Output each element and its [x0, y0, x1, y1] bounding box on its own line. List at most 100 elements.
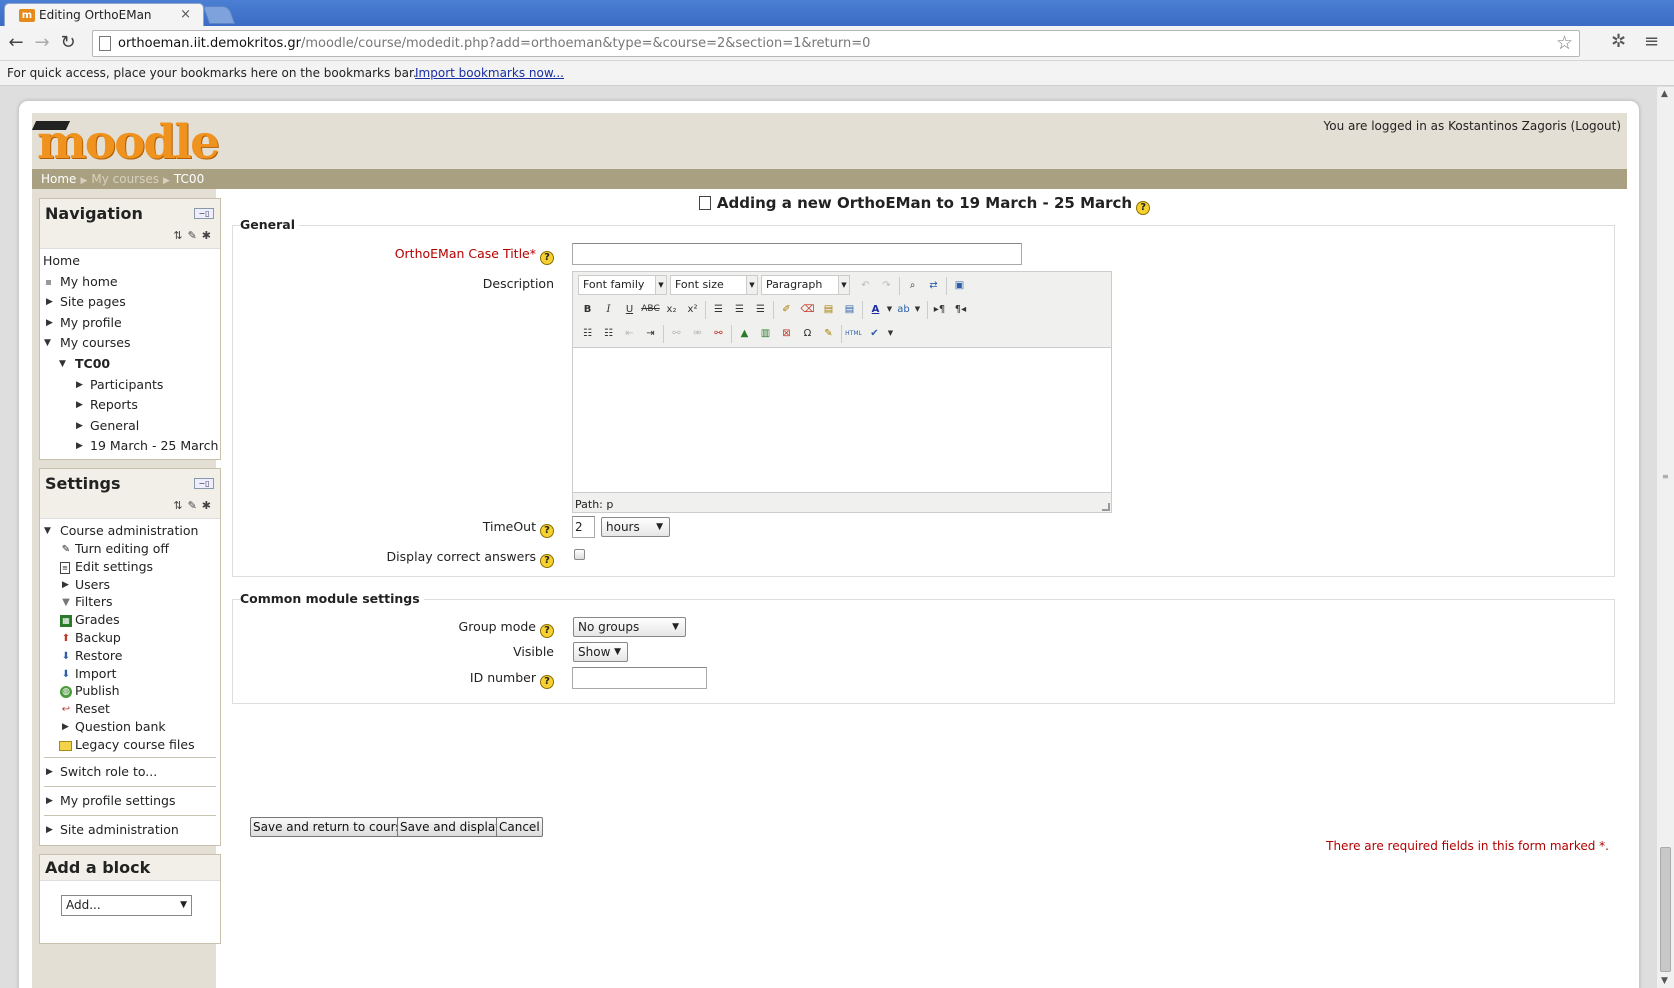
- move-icon[interactable]: ⇅: [173, 229, 187, 242]
- settings-publish[interactable]: ◍ Publish: [40, 682, 220, 700]
- settings-filters[interactable]: ▼ Filters: [40, 593, 220, 611]
- block-dock-icon[interactable]: −▯: [194, 478, 214, 489]
- undo-icon[interactable]: ↶: [856, 276, 875, 295]
- breadcrumb-home[interactable]: Home: [41, 172, 76, 186]
- help-icon[interactable]: ?: [540, 624, 554, 638]
- special-character-icon[interactable]: Ω: [798, 324, 817, 343]
- extension-icon[interactable]: ✲: [1611, 31, 1626, 52]
- nav-item-course[interactable]: ▼ TC00: [40, 354, 220, 375]
- settings-restore[interactable]: ⬇ Restore: [40, 647, 220, 665]
- indent-icon[interactable]: ⇥: [641, 324, 660, 343]
- align-center-icon[interactable]: ☰: [730, 300, 749, 319]
- assign-roles-icon[interactable]: ✱: [202, 499, 216, 512]
- group-mode-select[interactable]: No groups ▼: [573, 617, 686, 637]
- format-dropdown[interactable]: Paragraph ▼: [761, 275, 850, 295]
- move-icon[interactable]: ⇅: [173, 499, 187, 512]
- address-bar[interactable]: orthoeman.iit.demokritos.gr/moodle/cours…: [92, 30, 1580, 57]
- strikethrough-icon[interactable]: ABC: [641, 300, 660, 319]
- moodle-logo[interactable]: moodle: [37, 117, 220, 169]
- paste-text-icon[interactable]: ▤: [819, 300, 838, 319]
- case-title-input[interactable]: [572, 243, 1022, 265]
- resize-handle-icon[interactable]: [1102, 503, 1110, 511]
- breadcrumb-course[interactable]: TC00: [174, 172, 204, 186]
- italic-icon[interactable]: I: [599, 300, 618, 319]
- settings-turn-editing-off[interactable]: ✎ Turn editing off: [40, 540, 220, 558]
- settings-users[interactable]: ▶ Users: [40, 576, 220, 594]
- outdent-icon[interactable]: ⇤: [620, 324, 639, 343]
- font-size-dropdown[interactable]: Font size ▼: [670, 275, 758, 295]
- align-right-icon[interactable]: ☰: [751, 300, 770, 319]
- timeout-unit-select[interactable]: hours ▼: [601, 517, 670, 537]
- scroll-up-arrow-icon[interactable]: ▲: [1661, 89, 1668, 99]
- redo-icon[interactable]: ↷: [877, 276, 896, 295]
- rtl-icon[interactable]: ¶◂: [951, 300, 970, 319]
- assign-roles-icon[interactable]: ✱: [202, 229, 216, 242]
- help-icon[interactable]: ?: [540, 675, 554, 689]
- save-and-return-button[interactable]: Save and return to course: [250, 817, 413, 837]
- replace-icon[interactable]: ⇄: [924, 276, 943, 295]
- tab-close-icon[interactable]: ×: [180, 7, 191, 22]
- settings-switch-role[interactable]: ▶ Switch role to...: [40, 761, 220, 783]
- vertical-scrollbar[interactable]: ▲ ≡ ▼: [1656, 87, 1674, 988]
- paste-word-icon[interactable]: ▤: [840, 300, 859, 319]
- login-info[interactable]: You are logged in as Kostantinos Zagoris…: [1323, 119, 1621, 133]
- forward-arrow-icon[interactable]: →: [31, 32, 53, 54]
- help-icon[interactable]: ?: [540, 554, 554, 568]
- settings-import[interactable]: ⬇ Import: [40, 665, 220, 683]
- back-arrow-icon[interactable]: ←: [5, 32, 27, 54]
- align-left-icon[interactable]: ☰: [709, 300, 728, 319]
- scroll-down-arrow-icon[interactable]: ▼: [1661, 976, 1668, 986]
- editor-content-area[interactable]: [573, 347, 1111, 493]
- link-icon[interactable]: ⚯: [667, 324, 686, 343]
- display-answers-checkbox[interactable]: [574, 549, 585, 560]
- insert-media-icon[interactable]: ▥: [756, 324, 775, 343]
- superscript-icon[interactable]: x²: [683, 300, 702, 319]
- fullscreen-icon[interactable]: ▣: [950, 276, 969, 295]
- nav-item-general[interactable]: ▶ General: [40, 416, 220, 437]
- remove-format-icon[interactable]: ⌫: [798, 300, 817, 319]
- edit-icon[interactable]: ✎: [188, 229, 202, 242]
- dropdown-arrow-icon[interactable]: ▼: [908, 300, 927, 319]
- help-icon[interactable]: ?: [1136, 201, 1151, 215]
- subscript-icon[interactable]: x₂: [662, 300, 681, 319]
- block-dock-icon[interactable]: −▯: [194, 208, 214, 219]
- settings-reset[interactable]: ↩ Reset: [40, 700, 220, 718]
- cancel-button[interactable]: Cancel: [496, 817, 543, 837]
- nav-item-my-courses[interactable]: ▼ My courses: [40, 333, 220, 354]
- cleanup-icon[interactable]: ✐: [777, 300, 796, 319]
- help-icon[interactable]: ?: [540, 251, 554, 265]
- settings-edit-settings[interactable]: ≡ Edit settings: [40, 558, 220, 576]
- settings-question-bank[interactable]: ▶ Question bank: [40, 718, 220, 736]
- dropdown-arrow-icon[interactable]: ▼: [881, 324, 900, 343]
- settings-legacy-course-files[interactable]: Legacy course files: [40, 736, 220, 754]
- id-number-input[interactable]: [572, 667, 707, 689]
- save-and-display-button[interactable]: Save and display: [397, 817, 506, 837]
- visible-select[interactable]: Show ▼: [573, 642, 628, 662]
- html-source-icon[interactable]: HTML: [844, 324, 863, 343]
- nav-item-home[interactable]: Home: [40, 251, 220, 272]
- settings-backup[interactable]: ⬆ Backup: [40, 629, 220, 647]
- font-family-dropdown[interactable]: Font family ▼: [578, 275, 667, 295]
- find-icon[interactable]: ⌕: [903, 276, 922, 295]
- import-bookmarks-link[interactable]: Import bookmarks now...: [415, 66, 564, 80]
- nav-item-participants[interactable]: ▶ Participants: [40, 375, 220, 396]
- help-icon[interactable]: ?: [540, 524, 554, 538]
- bookmark-star-icon[interactable]: ☆: [1556, 32, 1573, 54]
- reload-icon[interactable]: ↻: [57, 32, 79, 54]
- bold-icon[interactable]: B: [578, 300, 597, 319]
- browser-tab[interactable]: m Editing OrthoEMan ×: [4, 3, 204, 26]
- scrollbar-thumb[interactable]: [1660, 847, 1671, 972]
- nav-item-week[interactable]: ▶ 19 March - 25 March: [40, 436, 220, 457]
- insert-moodle-media-icon[interactable]: ⊠: [777, 324, 796, 343]
- settings-site-administration[interactable]: ▶ Site administration: [40, 819, 220, 841]
- new-tab-button[interactable]: [202, 6, 236, 24]
- add-block-select[interactable]: Add... ▼: [61, 895, 192, 916]
- settings-grades[interactable]: ▦ Grades: [40, 611, 220, 629]
- bullet-list-icon[interactable]: ☷: [578, 324, 597, 343]
- wrench-menu-icon[interactable]: ≡: [1644, 31, 1659, 52]
- nolink-icon[interactable]: ⚯: [709, 324, 728, 343]
- nav-item-my-home[interactable]: My home: [40, 272, 220, 293]
- timeout-input[interactable]: 2: [572, 516, 595, 538]
- nav-item-my-profile[interactable]: ▶ My profile: [40, 313, 220, 334]
- underline-icon[interactable]: U: [620, 300, 639, 319]
